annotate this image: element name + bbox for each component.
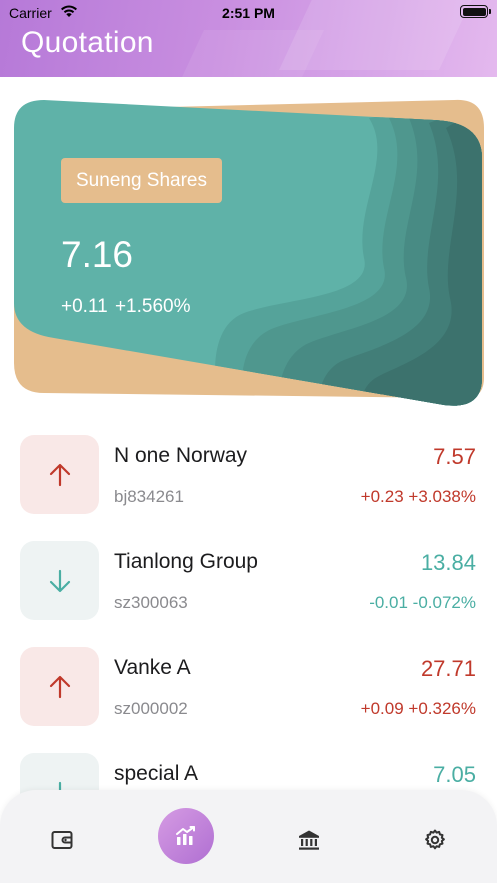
stock-change-value: +0.23 [360, 487, 404, 506]
header: Carrier 2:51 PM Quotation [0, 0, 497, 77]
arrow-up-icon [49, 675, 70, 698]
stock-name: N one Norway [114, 444, 248, 467]
up-indicator [20, 435, 99, 514]
wallet-icon[interactable] [50, 828, 74, 852]
stock-change-value: -0.01 [369, 593, 408, 612]
featured-change-percent: +1.560% [114, 296, 191, 317]
featured-stock-name: Suneng Shares [61, 158, 222, 203]
stock-code: bj834261 [114, 487, 184, 506]
chart-icon [176, 826, 195, 845]
status-time: 2:51 PM [222, 5, 275, 21]
arrow-down-icon [49, 569, 70, 592]
stock-change-percent: -0.072% [412, 593, 476, 612]
header-decoration [176, 30, 324, 77]
stock-change: +0.09 +0.326% [361, 699, 476, 719]
stock-change-percent: +0.326% [408, 699, 476, 718]
stock-name: Vanke A [114, 656, 191, 679]
stock-price: 7.57 [433, 444, 476, 469]
stock-name: Tianlong Group [114, 550, 258, 573]
bank-icon[interactable] [297, 828, 321, 852]
status-bar: Carrier 2:51 PM [0, 0, 497, 26]
stock-name: special A [114, 762, 199, 785]
tab-market[interactable] [158, 808, 214, 864]
stock-row[interactable]: Vanke A sz000002 27.71 +0.09 +0.326% [0, 647, 497, 727]
stock-code: sz000002 [114, 699, 188, 718]
up-indicator [20, 647, 99, 726]
stock-row[interactable]: Tianlong Group sz300063 13.84 -0.01 -0.0… [0, 541, 497, 621]
featured-stock-price: 7.16 [61, 234, 134, 275]
featured-change-value: +0.11 [61, 296, 108, 317]
stock-change-value: +0.09 [360, 699, 404, 718]
battery-icon [460, 5, 491, 18]
stock-code: sz300063 [114, 593, 188, 612]
stock-change: +0.23 +3.038% [361, 487, 476, 507]
arrow-up-icon [49, 463, 70, 486]
stock-price: 7.05 [433, 762, 476, 787]
stock-row[interactable]: N one Norway bj834261 7.57 +0.23 +3.038% [0, 435, 497, 515]
stock-price: 27.71 [420, 656, 476, 681]
stock-price: 13.84 [420, 550, 476, 575]
stock-change: -0.01 -0.072% [369, 593, 476, 613]
down-indicator [20, 541, 99, 620]
page-title: Quotation [21, 26, 154, 59]
stock-change-percent: +3.038% [408, 487, 476, 506]
gear-icon[interactable] [423, 828, 447, 852]
featured-stock-change: +0.11 +1.560% [61, 296, 191, 318]
